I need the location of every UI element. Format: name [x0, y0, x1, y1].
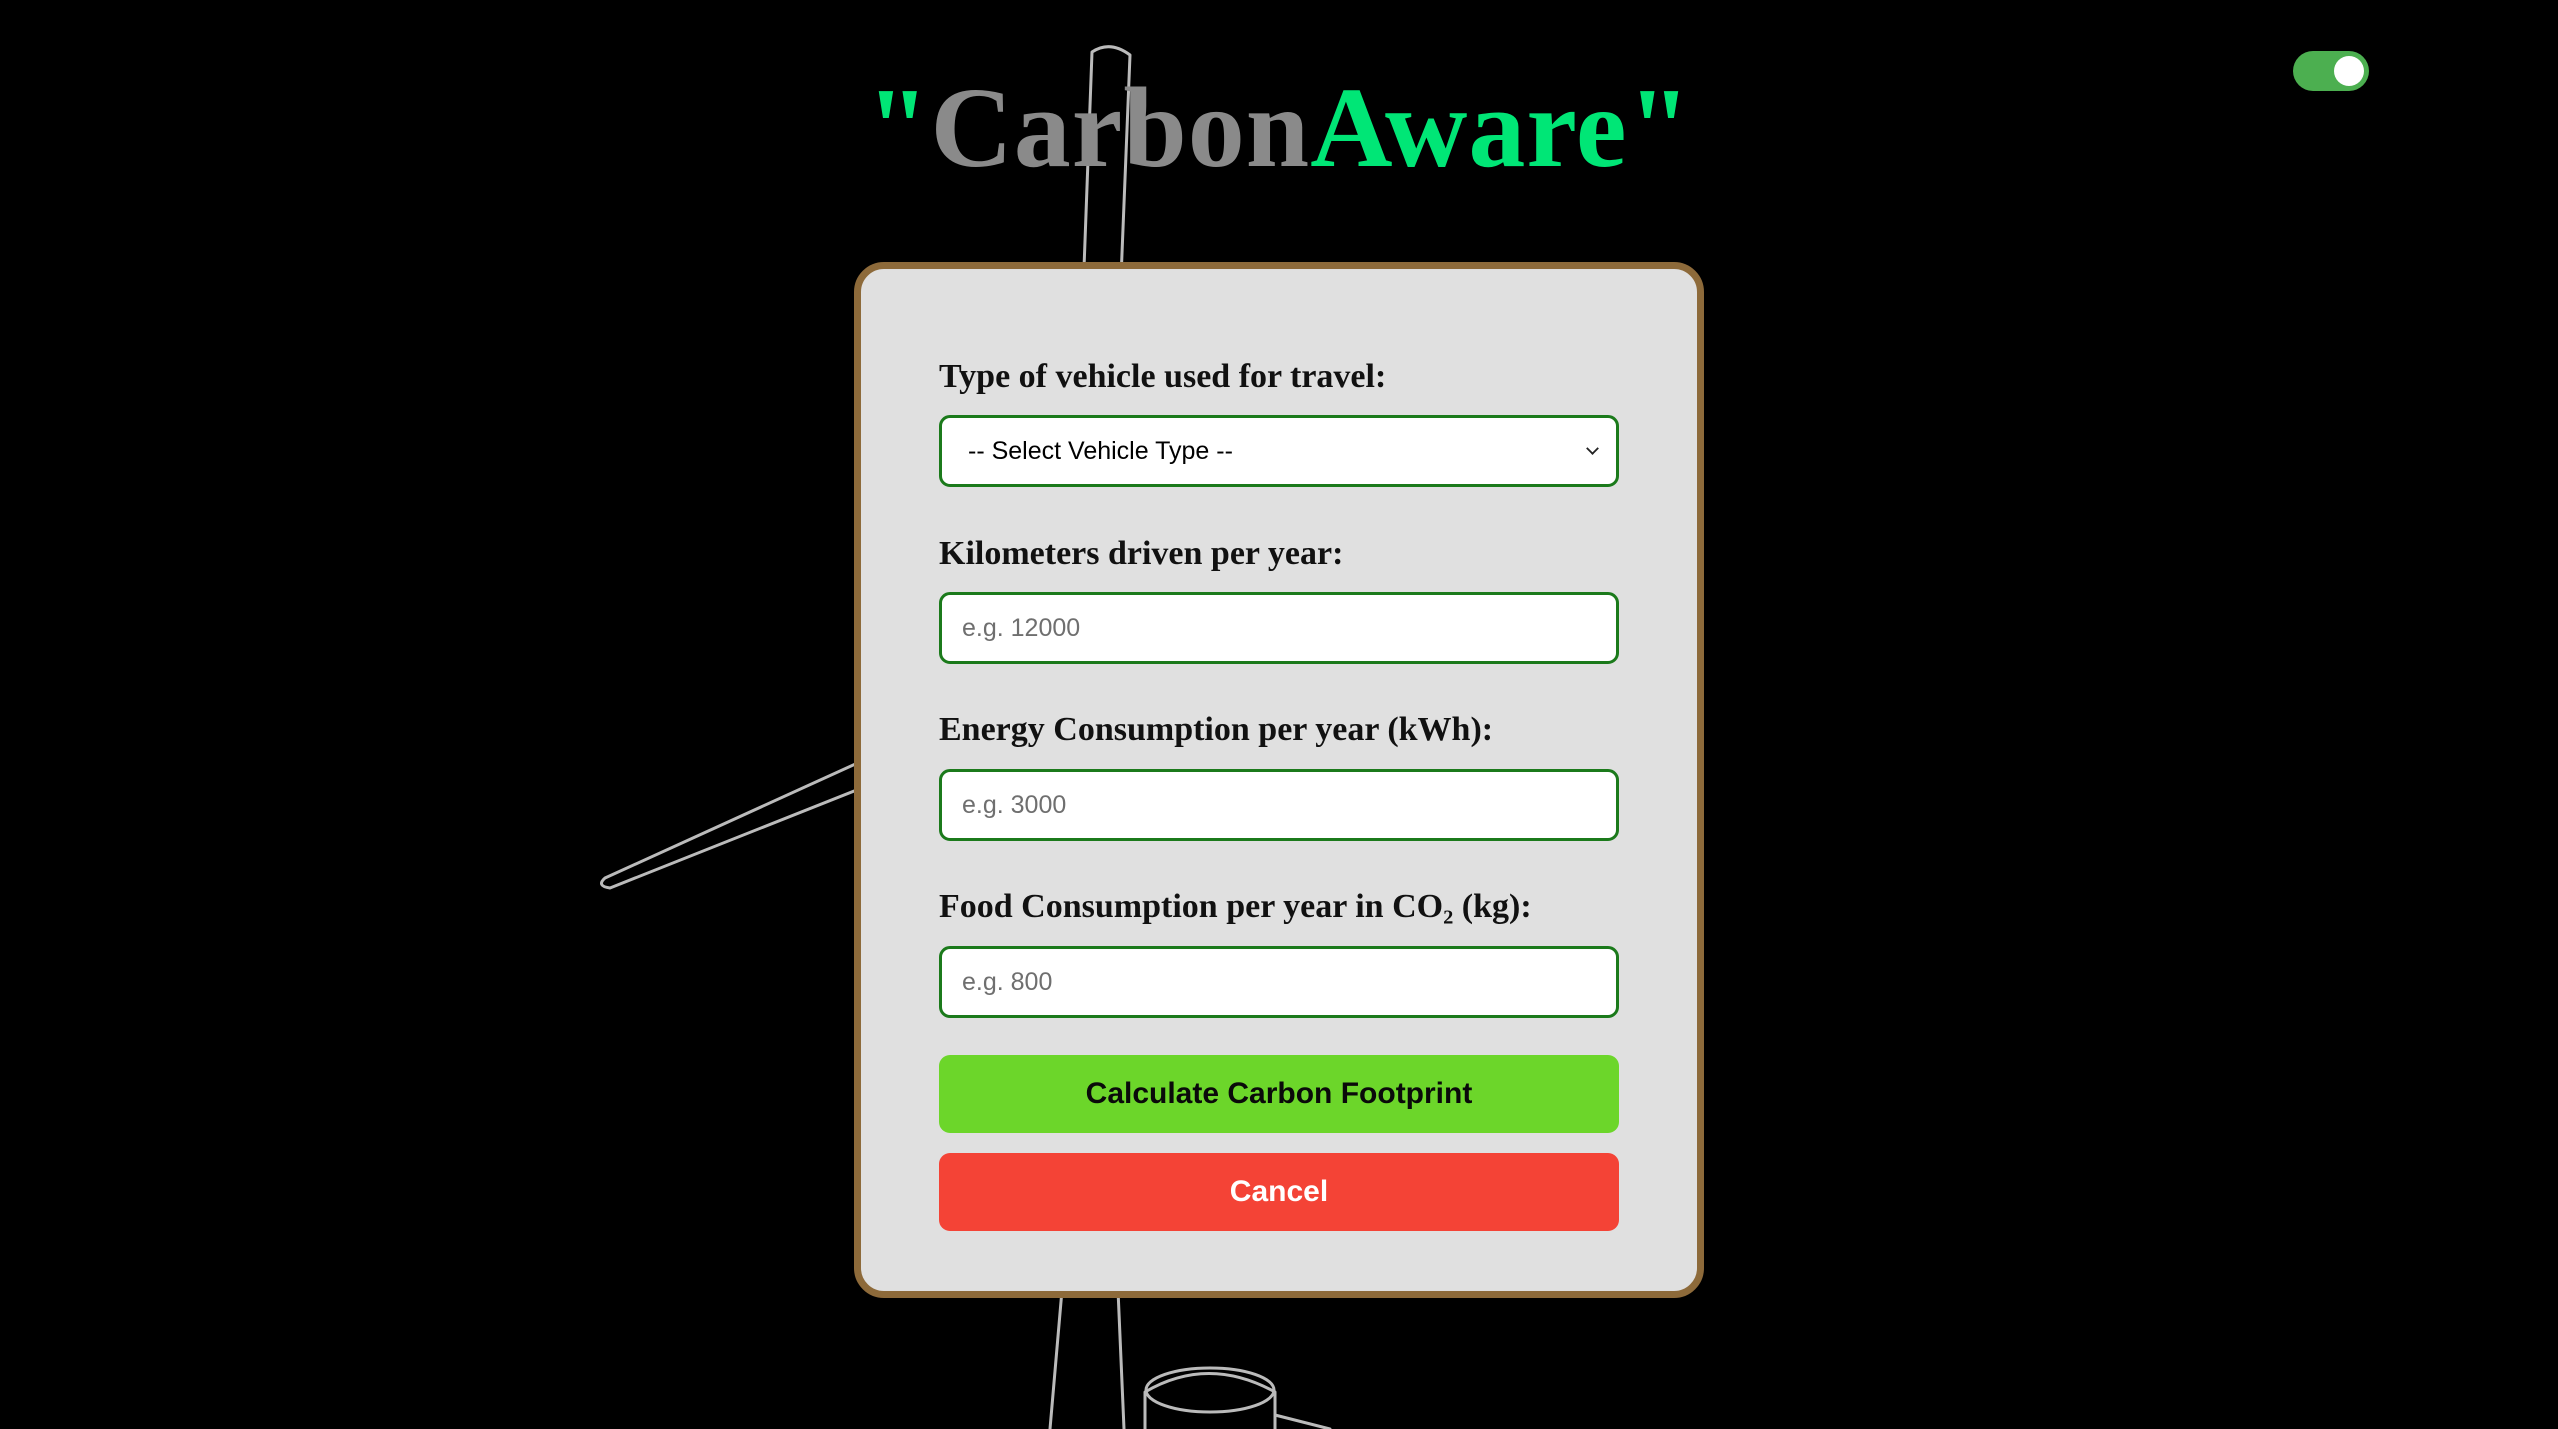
- vehicle-type-label: Type of vehicle used for travel:: [939, 358, 1387, 395]
- kilometers-label: Kilometers driven per year:: [939, 535, 1344, 572]
- chevron-down-icon: [1586, 441, 1599, 455]
- toggle-knob: [2334, 56, 2364, 86]
- title-open-quote: ": [866, 64, 931, 191]
- title-carbon-word: Carbon: [930, 64, 1311, 191]
- title-aware-word: Aware: [1310, 64, 1628, 191]
- kilometers-input[interactable]: [939, 592, 1619, 664]
- food-consumption-label: Food Consumption per year in CO₂ (kg):: [939, 888, 1532, 925]
- energy-consumption-input[interactable]: [939, 769, 1619, 841]
- food-consumption-input[interactable]: [939, 946, 1619, 1018]
- carbon-form-card: Type of vehicle used for travel: -- Sele…: [854, 262, 1704, 1298]
- theme-toggle-switch[interactable]: [2293, 51, 2369, 91]
- app-title: "CarbonAware": [0, 58, 2558, 198]
- cancel-button[interactable]: Cancel: [939, 1153, 1619, 1231]
- vehicle-type-selected-value: -- Select Vehicle Type --: [968, 436, 1233, 465]
- energy-consumption-label: Energy Consumption per year (kWh):: [939, 711, 1494, 748]
- title-close-quote: ": [1627, 64, 1692, 191]
- calculate-button[interactable]: Calculate Carbon Footprint: [939, 1055, 1619, 1133]
- vehicle-type-select[interactable]: -- Select Vehicle Type --: [939, 415, 1619, 487]
